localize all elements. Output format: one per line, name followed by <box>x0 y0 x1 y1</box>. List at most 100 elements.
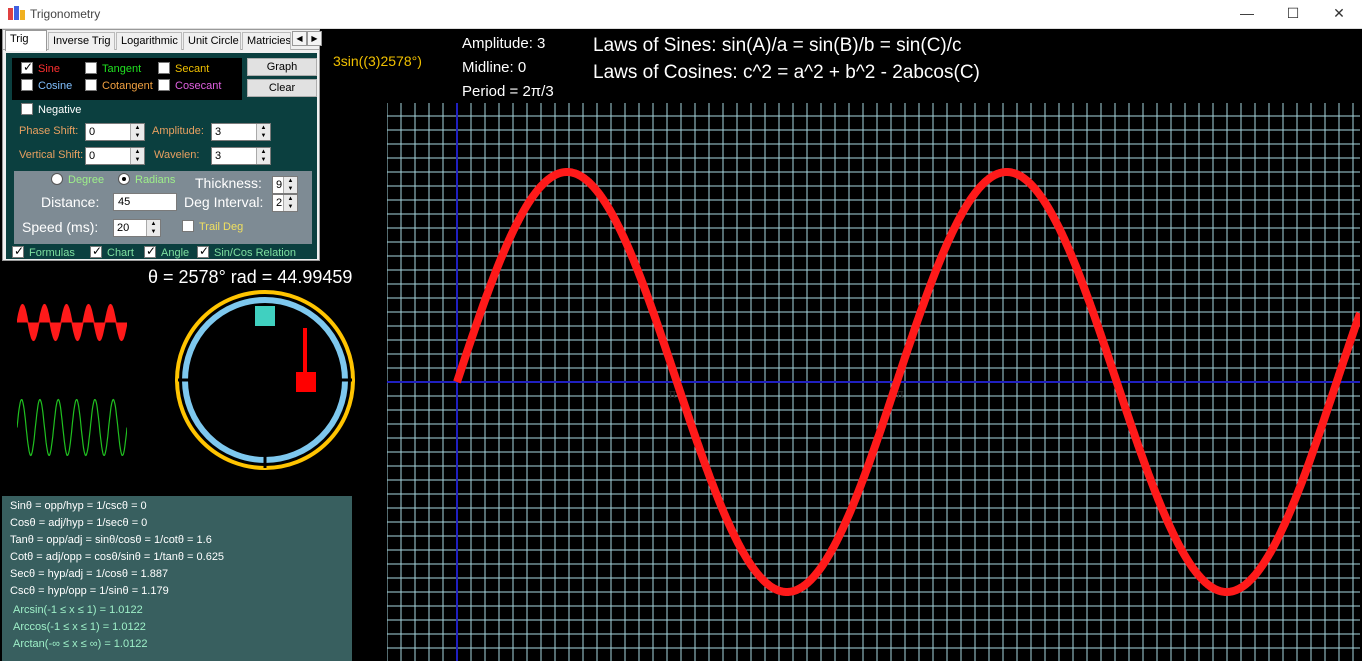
tab-inverse-trig[interactable]: Inverse Trig <box>48 32 115 50</box>
tangent-checkbox[interactable]: Tangent <box>85 62 141 75</box>
red-marker <box>296 372 316 392</box>
vertical-shift-label: Vertical Shift: <box>19 149 84 161</box>
degree-radio[interactable]: Degree <box>51 173 104 186</box>
negative-checkbox[interactable]: Negative <box>21 103 81 116</box>
cotangent-check-box[interactable] <box>85 79 97 91</box>
laws-of-sines: Laws of Sines: sin(A)/a = sin(B)/b = sin… <box>593 35 962 56</box>
speed-input[interactable]: 20 ▲ ▼ <box>113 219 161 237</box>
amplitude-readout: Amplitude: 3 <box>462 35 546 52</box>
top-marker <box>255 306 275 326</box>
chart-check-box[interactable] <box>90 244 102 258</box>
trail-deg-check-box[interactable] <box>182 220 194 232</box>
deg-interval-value: 2 <box>276 197 283 209</box>
animation-settings: Degree Radians Thickness: 9 ▲ ▼ Distance: … <box>14 171 312 244</box>
unit-circle <box>175 290 355 470</box>
period-readout: Period = 2π/3 <box>462 83 554 100</box>
tab-scroll-left-icon[interactable]: ◀ <box>292 31 307 46</box>
speed-value: 20 <box>117 222 130 234</box>
tangent-check-box[interactable] <box>85 62 97 74</box>
cotangent-checkbox[interactable]: Cotangent <box>85 79 153 92</box>
sincos-relation-label: Sin/Cos Relation <box>214 247 296 259</box>
formulas-check-box[interactable] <box>12 244 24 258</box>
cosine-checkbox[interactable]: Cosine <box>21 79 72 92</box>
cosecant-checkbox[interactable]: Cosecant <box>158 79 221 92</box>
theta-readout: θ = 2578° rad = 44.99459 <box>148 267 353 287</box>
maximize-button[interactable]: ☐ <box>1270 0 1316 29</box>
vertical-shift-value: 0 <box>89 150 96 162</box>
close-button[interactable]: ✕ <box>1316 0 1362 29</box>
negative-check-box[interactable] <box>21 103 33 115</box>
sine-check-box[interactable] <box>21 60 33 74</box>
midline-readout: Midline: 0 <box>462 59 527 76</box>
vertical-shift-input[interactable]: 0 ▲ ▼ <box>85 147 145 165</box>
wavelen-value: 3 <box>215 150 222 162</box>
trail-deg-label: Trail Deg <box>199 221 244 233</box>
thickness-stepper[interactable]: ▲ ▼ <box>283 177 297 193</box>
negative-label: Negative <box>38 104 82 116</box>
sine-preview-chart <box>17 303 127 342</box>
pi-tick-label: π <box>669 387 676 401</box>
phase-shift-value: 0 <box>89 126 96 138</box>
degree-radio-dot[interactable] <box>51 173 63 185</box>
app-icon <box>8 6 25 20</box>
window-title: Trigonometry <box>30 7 101 21</box>
tab-unit-circle[interactable]: Unit Circle <box>183 32 241 50</box>
trail-deg-checkbox[interactable]: Trail Deg <box>182 220 243 233</box>
formula-sin: Sinθ = opp/hyp = 1/cscθ = 0 <box>10 500 147 512</box>
formulas-checkbox[interactable]: Formulas <box>12 244 75 259</box>
amplitude-input[interactable]: 3 ▲ ▼ <box>211 123 271 141</box>
wavelen-stepper[interactable]: ▲ ▼ <box>256 148 270 164</box>
radians-radio[interactable]: Radians <box>118 173 175 186</box>
phase-shift-label: Phase Shift: <box>19 125 79 137</box>
tab-trig[interactable]: Trig <box>5 30 47 51</box>
tab-matricies[interactable]: Matricies <box>242 32 291 50</box>
distance-input[interactable]: 45 <box>113 193 177 211</box>
sine-label: Sine <box>38 63 61 75</box>
phase-shift-stepper[interactable]: ▲ ▼ <box>130 124 144 140</box>
radians-radio-dot[interactable] <box>118 173 130 185</box>
deg-interval-label: Deg Interval: <box>184 194 264 210</box>
function-selector: Sine Cosine Tangent Cotangent Secant Cos… <box>12 58 242 100</box>
thickness-input[interactable]: 9 ▲ ▼ <box>272 176 298 194</box>
minimize-button[interactable]: — <box>1224 0 1270 29</box>
clear-button[interactable]: Clear <box>247 79 317 97</box>
formula-csc: Cscθ = hyp/opp = 1/sinθ = 1.179 <box>10 585 169 597</box>
formula-cot: Cotθ = adj/opp = cosθ/sinθ = 1/tanθ = 0.… <box>10 551 225 563</box>
deg-interval-input[interactable]: 2 ▲ ▼ <box>272 194 298 212</box>
tab-logarithmic[interactable]: Logarithmic <box>116 32 182 50</box>
wavelen-input[interactable]: 3 ▲ ▼ <box>211 147 271 165</box>
sine-checkbox[interactable]: Sine <box>21 60 61 75</box>
amplitude-stepper[interactable]: ▲ ▼ <box>256 124 270 140</box>
thickness-value: 9 <box>276 179 283 191</box>
angle-check-box[interactable] <box>144 244 156 258</box>
sine-graph: π 2π <box>387 103 1360 661</box>
formula-sec: Secθ = hyp/adj = 1/cosθ = 1.887 <box>10 568 169 580</box>
sincos-relation-checkbox[interactable]: Sin/Cos Relation <box>197 244 296 259</box>
cosecant-check-box[interactable] <box>158 79 170 91</box>
deg-interval-stepper[interactable]: ▲ ▼ <box>283 195 297 211</box>
angle-label: Angle <box>161 247 190 259</box>
sincos-relation-check-box[interactable] <box>197 244 209 258</box>
phase-shift-input[interactable]: 0 ▲ ▼ <box>85 123 145 141</box>
vertical-shift-stepper[interactable]: ▲ ▼ <box>130 148 144 164</box>
tab-scroll-right-icon[interactable]: ▶ <box>307 31 322 46</box>
angle-checkbox[interactable]: Angle <box>144 244 190 259</box>
chart-label: Chart <box>107 247 134 259</box>
chart-checkbox[interactable]: Chart <box>90 244 134 259</box>
trig-tab-content: Sine Cosine Tangent Cotangent Secant Cos… <box>6 53 317 259</box>
formula-cos: Cosθ = adj/hyp = 1/secθ = 0 <box>10 517 148 529</box>
laws-of-cosines: Laws of Cosines: c^2 = a^2 + b^2 - 2abco… <box>593 62 980 83</box>
cosine-check-box[interactable] <box>21 79 33 91</box>
cosine-preview-wave <box>17 398 127 457</box>
cosine-label: Cosine <box>38 80 73 92</box>
graph-button[interactable]: Graph <box>247 58 317 76</box>
secant-checkbox[interactable]: Secant <box>158 62 209 75</box>
secant-check-box[interactable] <box>158 62 170 74</box>
amplitude-label: Amplitude: <box>152 125 204 137</box>
wavelen-label: Wavelen: <box>154 149 200 161</box>
amplitude-value: 3 <box>215 126 222 138</box>
speed-stepper[interactable]: ▲ ▼ <box>146 220 160 236</box>
thickness-label: Thickness: <box>195 175 262 191</box>
title-bar: Trigonometry — ☐ ✕ <box>0 0 1362 29</box>
cotangent-label: Cotangent <box>102 80 153 92</box>
